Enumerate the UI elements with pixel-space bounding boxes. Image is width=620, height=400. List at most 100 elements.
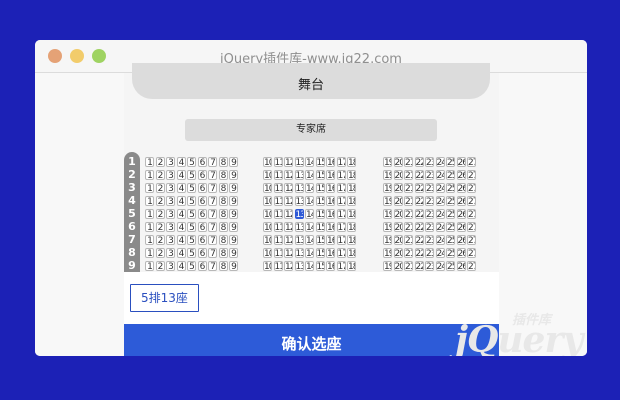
seat[interactable]: 21 xyxy=(404,261,413,271)
seat[interactable]: 27 xyxy=(467,196,476,206)
seat[interactable]: 5 xyxy=(187,222,196,232)
seat[interactable]: 26 xyxy=(456,235,466,245)
seat[interactable]: 7 xyxy=(208,235,217,245)
seat[interactable]: 6 xyxy=(197,183,207,193)
seat[interactable]: 7 xyxy=(208,261,217,271)
seat[interactable]: 27 xyxy=(467,235,476,245)
seat[interactable]: 9 xyxy=(229,209,238,219)
seat[interactable]: 6 xyxy=(197,248,207,258)
seat[interactable]: 26 xyxy=(456,157,466,167)
seat[interactable]: 24 xyxy=(435,248,445,258)
seat[interactable]: 10 xyxy=(263,235,272,245)
seat[interactable]: 4 xyxy=(176,248,186,258)
seat[interactable]: 23 xyxy=(425,222,434,232)
seat[interactable]: 4 xyxy=(176,157,186,167)
seat[interactable]: 23 xyxy=(425,196,434,206)
seat[interactable]: 24 xyxy=(435,235,445,245)
seat[interactable]: 20 xyxy=(393,222,403,232)
seat[interactable]: 22 xyxy=(414,183,424,193)
seat[interactable]: 21 xyxy=(404,183,413,193)
seat[interactable]: 15 xyxy=(315,196,325,206)
seat[interactable]: 12 xyxy=(284,235,293,245)
seat[interactable]: 13 xyxy=(294,235,304,245)
seat[interactable]: 26 xyxy=(456,196,466,206)
seat[interactable]: 9 xyxy=(229,222,238,232)
seat[interactable]: 19 xyxy=(383,170,392,180)
seat[interactable]: 16 xyxy=(326,222,335,232)
seat[interactable]: 13 xyxy=(294,157,304,167)
seat[interactable]: 11 xyxy=(273,209,283,219)
seat[interactable]: 14 xyxy=(305,157,314,167)
seat[interactable]: 18 xyxy=(347,209,356,219)
seat[interactable]: 23 xyxy=(425,261,434,271)
seat[interactable]: 3 xyxy=(166,209,175,219)
seat[interactable]: 11 xyxy=(273,183,283,193)
seat[interactable]: 19 xyxy=(383,222,392,232)
seat[interactable]: 24 xyxy=(435,157,445,167)
seat[interactable]: 11 xyxy=(273,196,283,206)
seat[interactable]: 22 xyxy=(414,222,424,232)
selected-seat[interactable]: 13 xyxy=(294,209,304,219)
seat[interactable]: 6 xyxy=(197,157,207,167)
seat[interactable]: 1 xyxy=(145,196,154,206)
seat[interactable]: 9 xyxy=(229,248,238,258)
seat[interactable]: 14 xyxy=(305,248,314,258)
seat[interactable]: 23 xyxy=(425,157,434,167)
seat[interactable]: 12 xyxy=(284,209,293,219)
seat[interactable]: 25 xyxy=(446,170,455,180)
seat[interactable]: 15 xyxy=(315,209,325,219)
seat[interactable]: 11 xyxy=(273,222,283,232)
seat[interactable]: 9 xyxy=(229,235,238,245)
seat[interactable]: 23 xyxy=(425,235,434,245)
seat[interactable]: 16 xyxy=(326,196,335,206)
seat[interactable]: 26 xyxy=(456,183,466,193)
seat[interactable]: 18 xyxy=(347,235,356,245)
seat[interactable]: 9 xyxy=(229,196,238,206)
seat[interactable]: 16 xyxy=(326,248,335,258)
seat[interactable]: 2 xyxy=(155,209,165,219)
seat[interactable]: 21 xyxy=(404,222,413,232)
seat[interactable]: 20 xyxy=(393,157,403,167)
seat[interactable]: 18 xyxy=(347,196,356,206)
seat[interactable]: 7 xyxy=(208,183,217,193)
seat[interactable]: 13 xyxy=(294,261,304,271)
seat[interactable]: 13 xyxy=(294,248,304,258)
seat[interactable]: 24 xyxy=(435,170,445,180)
seat[interactable]: 14 xyxy=(305,222,314,232)
seat[interactable]: 18 xyxy=(347,170,356,180)
seat[interactable]: 15 xyxy=(315,170,325,180)
seat[interactable]: 1 xyxy=(145,261,154,271)
seat[interactable]: 10 xyxy=(263,183,272,193)
seat[interactable]: 21 xyxy=(404,157,413,167)
seat[interactable]: 17 xyxy=(336,209,346,219)
seat[interactable]: 3 xyxy=(166,235,175,245)
seat[interactable]: 3 xyxy=(166,196,175,206)
seat[interactable]: 12 xyxy=(284,183,293,193)
seat[interactable]: 2 xyxy=(155,170,165,180)
seat[interactable]: 23 xyxy=(425,170,434,180)
seat[interactable]: 13 xyxy=(294,170,304,180)
seat[interactable]: 25 xyxy=(446,157,455,167)
seat[interactable]: 8 xyxy=(218,222,228,232)
seat[interactable]: 17 xyxy=(336,196,346,206)
seat[interactable]: 1 xyxy=(145,157,154,167)
seat[interactable]: 17 xyxy=(336,261,346,271)
seat[interactable]: 6 xyxy=(197,261,207,271)
seat[interactable]: 1 xyxy=(145,222,154,232)
seat[interactable]: 16 xyxy=(326,235,335,245)
seat[interactable]: 19 xyxy=(383,248,392,258)
seat[interactable]: 5 xyxy=(187,196,196,206)
seat[interactable]: 25 xyxy=(446,235,455,245)
seat[interactable]: 14 xyxy=(305,170,314,180)
seat[interactable]: 23 xyxy=(425,209,434,219)
seat[interactable]: 22 xyxy=(414,209,424,219)
seat[interactable]: 18 xyxy=(347,183,356,193)
seat[interactable]: 19 xyxy=(383,209,392,219)
seat[interactable]: 14 xyxy=(305,235,314,245)
seat[interactable]: 4 xyxy=(176,196,186,206)
seat[interactable]: 5 xyxy=(187,248,196,258)
seat[interactable]: 18 xyxy=(347,157,356,167)
seat[interactable]: 17 xyxy=(336,222,346,232)
seat[interactable]: 6 xyxy=(197,170,207,180)
seat[interactable]: 17 xyxy=(336,170,346,180)
